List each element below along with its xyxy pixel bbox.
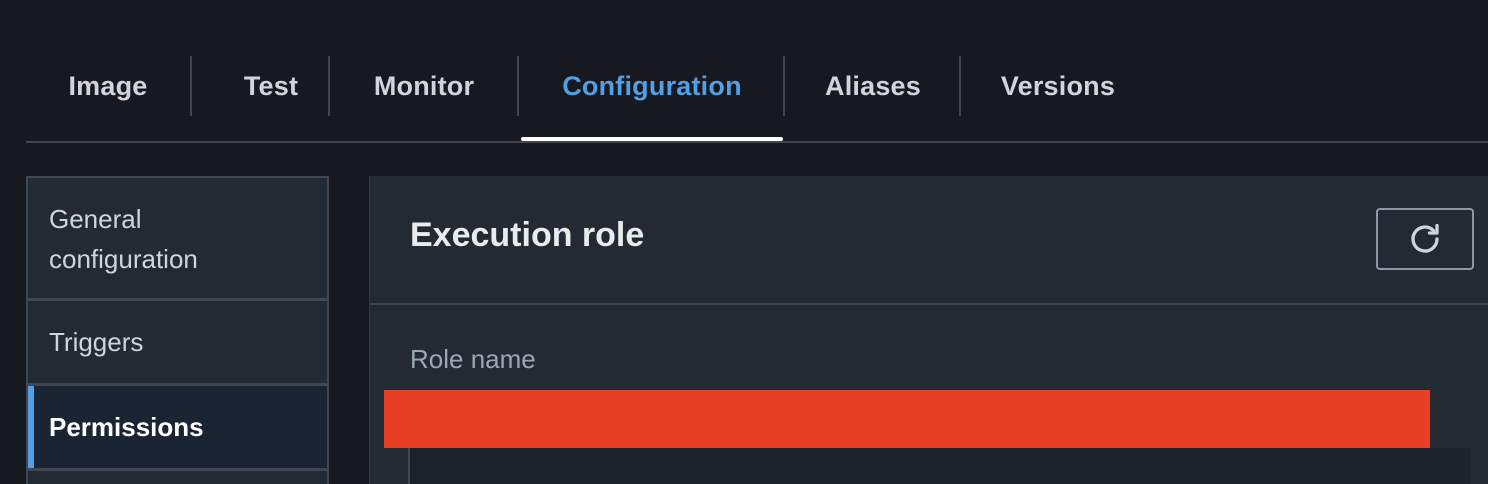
tab-divider — [517, 56, 519, 116]
tab-label: Configuration — [562, 70, 742, 101]
configuration-sidenav: General configuration Triggers Permissio… — [26, 176, 329, 484]
role-name-value-area — [408, 448, 1470, 484]
role-name-label: Role name — [410, 344, 536, 374]
tab-label: Versions — [1000, 70, 1116, 101]
tab-divider — [328, 56, 330, 116]
sidenav-item-general-configuration[interactable]: General configuration — [28, 197, 327, 281]
tab-divider — [190, 56, 192, 116]
sidenav-item-label: Permissions — [49, 412, 204, 442]
panel-title: Execution role — [410, 216, 645, 254]
sidenav-item-label: Triggers — [49, 327, 144, 357]
tab-aliases[interactable]: Aliases — [799, 56, 947, 116]
sidenav-item-label: General configuration — [49, 204, 198, 274]
tab-divider — [959, 56, 961, 116]
tab-test[interactable]: Test — [206, 56, 336, 116]
active-tab-indicator — [521, 137, 783, 141]
active-item-indicator — [28, 386, 34, 468]
sidenav-item-permissions[interactable]: Permissions — [28, 386, 327, 468]
tab-versions[interactable]: Versions — [976, 56, 1140, 116]
tab-image[interactable]: Image — [40, 56, 176, 116]
tab-label: Monitor — [373, 70, 475, 101]
tab-configuration[interactable]: Configuration — [521, 56, 783, 116]
lambda-function-page: Image Test Monitor Configuration Aliases… — [0, 0, 1488, 484]
tab-divider — [783, 56, 785, 116]
panel-header: Execution role — [370, 176, 1488, 305]
sidenav-divider — [28, 468, 327, 471]
refresh-button[interactable] — [1376, 208, 1474, 270]
refresh-icon — [1411, 223, 1439, 253]
execution-role-panel: Execution role Role name — [369, 176, 1488, 484]
tab-label: Test — [243, 70, 299, 101]
tab-label: Image — [68, 70, 148, 101]
sidenav-item-triggers[interactable]: Triggers — [28, 301, 327, 383]
tab-label: Aliases — [825, 70, 921, 101]
function-tabs: Image Test Monitor Configuration Aliases… — [26, 56, 1488, 143]
tab-monitor[interactable]: Monitor — [344, 56, 504, 116]
redacted-role-name — [384, 390, 1430, 448]
